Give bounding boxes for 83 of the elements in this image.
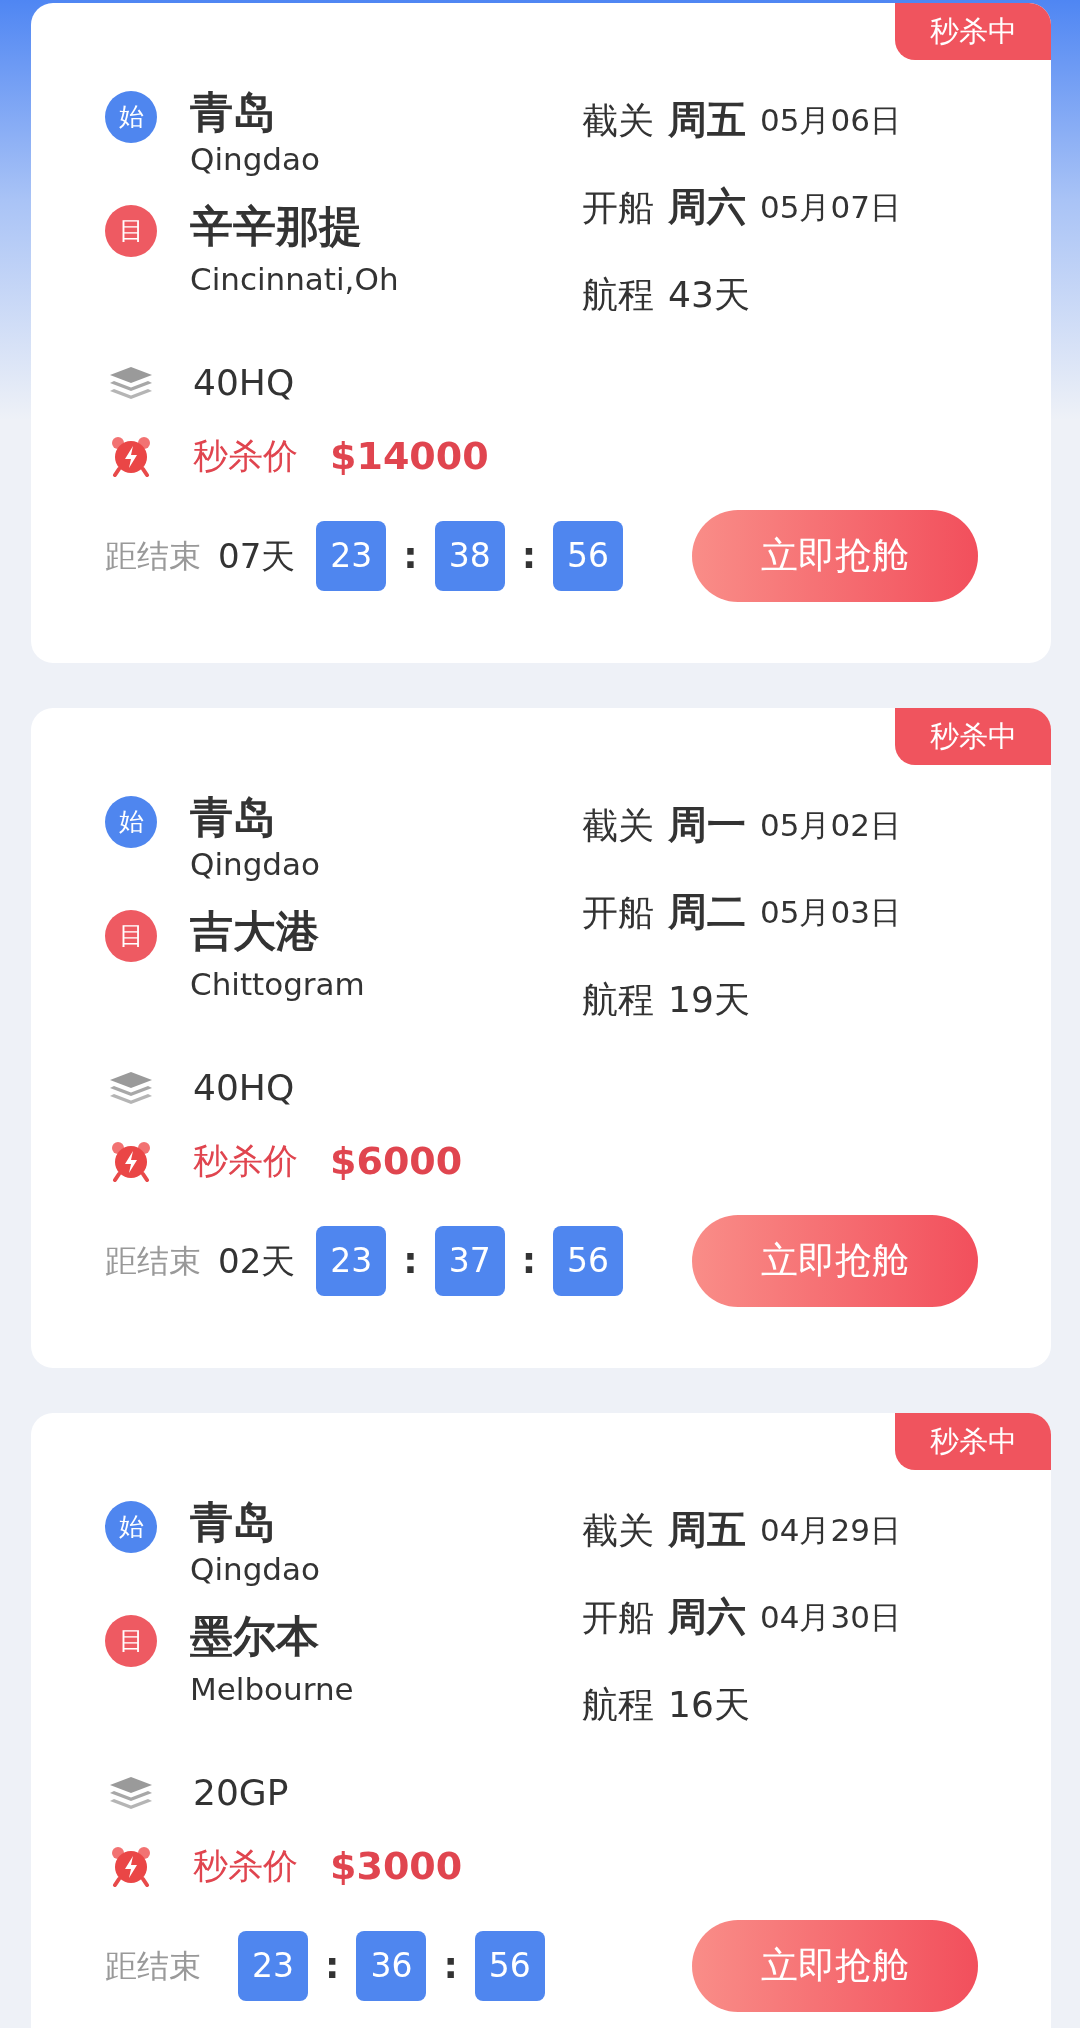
schedule-label: 截关 [582,1508,654,1553]
date: 05月06日 [760,101,901,141]
schedule-label: 截关 [582,98,654,143]
alarm-clock-icon [110,1845,152,1887]
origin-marker-icon: 始 [105,91,157,143]
port-name-english: Qingdao [190,140,320,179]
port-name-english: Melbourne [190,1670,354,1709]
weekday: 周六 [668,183,746,232]
layers-icon [109,1071,153,1105]
alarm-clock-icon [110,435,152,477]
countdown-digits: 38 [434,521,505,591]
price-label: 秒杀价 [193,1844,298,1888]
countdown-digits: 56 [474,1931,545,2001]
price-label: 秒杀价 [193,1139,298,1183]
schedule-label: 开船 [582,1595,654,1640]
time-separator: : [521,1239,537,1283]
date: 05月02日 [760,806,901,846]
weekday: 周五 [668,96,746,145]
countdown-label: 距结束 [105,536,201,577]
flash-sale-tag: 秒杀中 [895,1413,1051,1470]
price: $14000 [330,432,489,480]
container-type: 20GP [193,1771,289,1815]
weekday: 周五 [668,1506,746,1555]
time-separator: : [403,534,418,578]
grab-space-button[interactable]: 立即抢舱 [692,1215,978,1307]
countdown-digits: 56 [553,521,624,591]
container-type: 40HQ [193,1066,295,1110]
countdown-days: 07天 [218,530,296,582]
layers-icon [109,366,153,400]
countdown-label: 距结束 [105,1946,201,1987]
port-name: 青岛 [190,87,277,137]
schedule-label: 航程 [582,1682,654,1727]
origin-marker-icon: 始 [105,1501,157,1553]
port-name: 辛辛那提 [190,201,363,251]
schedule-label: 航程 [582,977,654,1022]
alarm-clock-icon [110,1140,152,1182]
countdown-digits: 23 [316,521,387,591]
weekday: 周二 [668,888,746,937]
port-name-english: Qingdao [190,1550,320,1589]
price: $6000 [330,1137,463,1185]
duration: 19天 [668,977,750,1022]
port-name-english: Chittogram [190,965,365,1004]
price: $3000 [330,1842,463,1890]
countdown-digits: 56 [553,1226,624,1296]
port-name-english: Cincinnati,Oh [190,260,399,299]
countdown-digits: 37 [434,1226,505,1296]
schedule-label: 航程 [582,272,654,317]
duration: 43天 [668,272,750,317]
port-name: 墨尔本 [190,1611,320,1661]
schedule-label: 开船 [582,890,654,935]
flash-sale-tag: 秒杀中 [895,708,1051,765]
flash-sale-tag: 秒杀中 [895,3,1051,60]
duration: 16天 [668,1682,750,1727]
weekday: 周一 [668,801,746,850]
container-type: 40HQ [193,361,295,405]
destination-marker-icon: 目 [105,1615,157,1667]
port-name-english: Qingdao [190,845,320,884]
schedule-label: 截关 [582,803,654,848]
countdown-digits: 36 [356,1931,427,2001]
port-name: 青岛 [190,1497,277,1547]
schedule-label: 开船 [582,185,654,230]
destination-marker-icon: 目 [105,205,157,257]
port-name: 青岛 [190,792,277,842]
time-separator: : [325,1944,340,1988]
grab-space-button[interactable]: 立即抢舱 [692,1920,978,2012]
date: 05月07日 [760,188,901,228]
port-name: 吉大港 [190,906,320,956]
grab-space-button[interactable]: 立即抢舱 [692,510,978,602]
date: 04月30日 [760,1598,901,1638]
destination-marker-icon: 目 [105,910,157,962]
countdown-digits: 23 [238,1931,308,2001]
time-separator: : [403,1239,418,1283]
price-label: 秒杀价 [193,434,298,478]
time-separator: : [443,1944,458,1988]
countdown-label: 距结束 [105,1241,201,1282]
layers-icon [109,1776,153,1810]
origin-marker-icon: 始 [105,796,157,848]
time-separator: : [521,534,537,578]
weekday: 周六 [668,1593,746,1642]
countdown-digits: 23 [316,1226,387,1296]
countdown-days: 02天 [218,1235,296,1287]
date: 05月03日 [760,893,901,933]
date: 04月29日 [760,1511,901,1551]
